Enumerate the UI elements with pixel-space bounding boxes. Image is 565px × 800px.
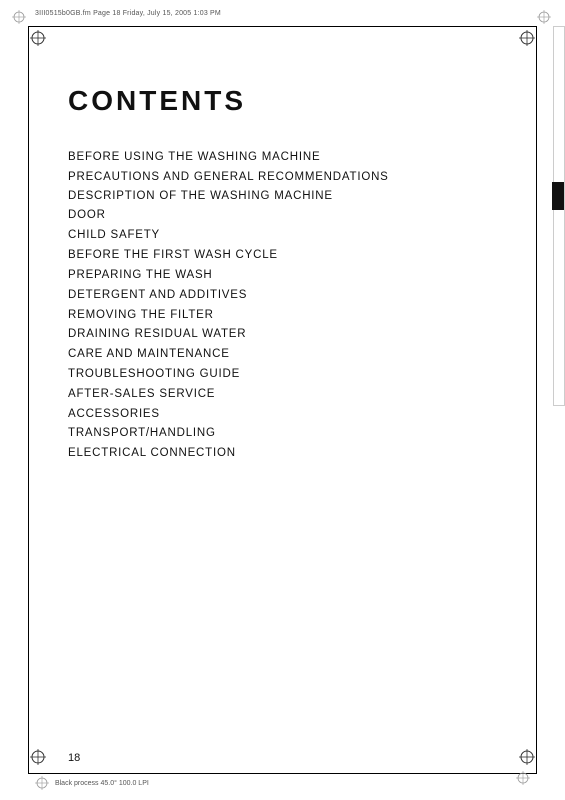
file-info-text: 3III0515b0GB.fm Page 18 Friday, July 15,…	[35, 10, 221, 17]
contents-item-10: DRAINING RESIDUAL WATER	[68, 326, 515, 344]
main-content: CONTENTS BEFORE USING THE WASHING MACHIN…	[68, 85, 515, 465]
left-border	[28, 26, 29, 774]
header-reg-mark-left	[12, 10, 26, 29]
scroll-thumb	[552, 182, 564, 210]
header-reg-mark-right	[537, 10, 551, 29]
contents-item-5: CHILD SAFETY	[68, 227, 515, 245]
scroll-track	[553, 26, 565, 406]
corner-mark-top-right	[519, 30, 535, 51]
footer-info-text: Black process 45.0° 100.0 LPI	[55, 780, 149, 787]
contents-item-12: TROUBLESHOOTING GUIDE	[68, 366, 515, 384]
contents-item-3: DESCRIPTION OF THE WASHING MACHINE	[68, 188, 515, 206]
contents-item-1: BEFORE USING THE WASHING MACHINE	[68, 149, 515, 167]
contents-item-4: DOOR	[68, 207, 515, 225]
contents-item-16: ELECTRICAL CONNECTION	[68, 445, 515, 463]
footer-reg-mark-left: Black process 45.0° 100.0 LPI	[35, 776, 149, 790]
contents-item-11: CARE AND MAINTENANCE	[68, 346, 515, 364]
page-container: 3III0515b0GB.fm Page 18 Friday, July 15,…	[0, 0, 565, 800]
contents-item-15: TRANSPORT/HANDLING	[68, 425, 515, 443]
header-bar: 3III0515b0GB.fm Page 18 Friday, July 15,…	[0, 8, 565, 26]
contents-item-8: DETERGENT AND ADDITIVES	[68, 287, 515, 305]
right-border	[536, 26, 537, 774]
contents-item-6: BEFORE THE FIRST WASH CYCLE	[68, 247, 515, 265]
top-border	[28, 26, 537, 27]
contents-item-9: REMOVING THE FILTER	[68, 307, 515, 325]
footer-reg-mark-right	[516, 771, 530, 790]
contents-item-13: AFTER-SALES SERVICE	[68, 386, 515, 404]
contents-list: BEFORE USING THE WASHING MACHINE PRECAUTI…	[68, 149, 515, 463]
footer-bar: Black process 45.0° 100.0 LPI	[0, 774, 565, 792]
page-number: 18	[68, 752, 80, 764]
contents-item-2: PRECAUTIONS AND GENERAL RECOMMENDATIONS	[68, 169, 515, 187]
corner-mark-bottom-right	[519, 749, 535, 770]
contents-item-14: ACCESSORIES	[68, 406, 515, 424]
corner-mark-bottom-left	[30, 749, 46, 770]
page-title: CONTENTS	[68, 85, 515, 117]
corner-mark-top-left	[30, 30, 46, 51]
contents-item-7: PREPARING THE WASH	[68, 267, 515, 285]
